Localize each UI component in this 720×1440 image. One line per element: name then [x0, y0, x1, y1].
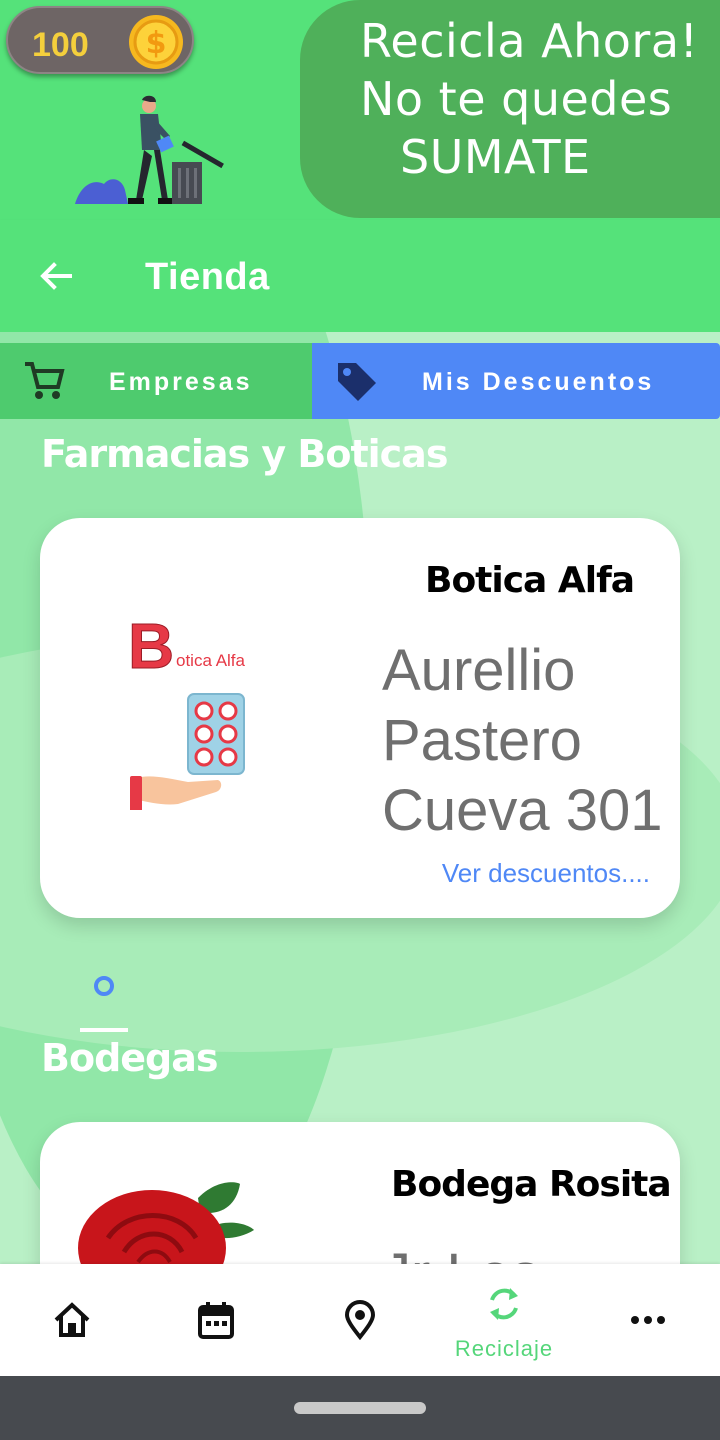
tab-mis-descuentos-label: Mis Descuentos — [422, 368, 655, 396]
store-card-bodega-rosita[interactable]: Bodega Rosita Jr Los — [40, 1122, 680, 1264]
page-title: Tienda — [145, 256, 270, 298]
nav-item-reciclaje-label: Reciclaje — [454, 1336, 554, 1361]
svg-text:$: $ — [146, 26, 167, 61]
calendar-icon — [198, 1302, 234, 1339]
tag-icon — [338, 363, 376, 401]
back-arrow-icon[interactable] — [36, 256, 76, 296]
store-name: Bodega Rosita — [391, 1164, 672, 1205]
slogan-line-1: Recicla Ahora! — [360, 14, 699, 68]
coin-count: 100 — [32, 26, 89, 64]
store-tabs: Empresas Mis Descuentos — [0, 343, 720, 419]
nav-item-reciclaje[interactable]: Reciclaje — [432, 1264, 576, 1376]
see-discounts-link[interactable]: Ver descuentos.... — [442, 858, 650, 889]
bottom-navigation: Reciclaje — [0, 1264, 720, 1376]
logo-text: otica Alfa — [176, 651, 246, 670]
more-icon — [631, 1316, 665, 1324]
slogan-panel: Recicla Ahora! No te quedes SUMATE — [300, 0, 720, 218]
header-banner: 100 $ Recicla Ahora! No te quedes SUMATE — [0, 0, 720, 220]
coin-icon: $ — [129, 15, 183, 69]
home-gesture-handle[interactable] — [294, 1402, 426, 1414]
home-icon — [54, 1302, 90, 1337]
tab-mis-descuentos[interactable]: Mis Descuentos — [312, 343, 720, 419]
store-address: Aurellio Pastero Cueva 301 — [382, 638, 663, 843]
nav-item-home[interactable] — [0, 1264, 144, 1376]
location-pin-icon — [344, 1300, 376, 1340]
rose-logo — [78, 1182, 254, 1264]
logo-initial: B — [128, 610, 174, 682]
store-name: Botica Alfa — [425, 560, 635, 601]
system-navigation-bar — [0, 1376, 720, 1440]
section-title-farmacias: Farmacias y Boticas — [41, 432, 448, 476]
recycle-icon — [490, 1288, 518, 1320]
nav-item-location[interactable] — [288, 1264, 432, 1376]
slogan-line-2: No te quedes — [360, 72, 673, 126]
nav-item-more[interactable] — [576, 1264, 720, 1376]
carousel-indicator-dot[interactable] — [94, 976, 114, 996]
tab-empresas-label: Empresas — [109, 368, 253, 396]
carousel-indicator-line — [80, 1028, 128, 1032]
botica-logo: B otica Alfa — [128, 610, 246, 810]
recycling-person-illustration — [75, 95, 224, 204]
store-card-botica-alfa[interactable]: B otica Alfa Botica Alfa Aurellio Paster… — [40, 518, 680, 918]
section-title-bodegas: Bodegas — [41, 1036, 219, 1080]
store-address: Jr Los — [382, 1240, 680, 1264]
coin-balance[interactable]: 100 $ — [6, 6, 194, 74]
tab-empresas[interactable]: Empresas — [0, 343, 312, 419]
cart-icon — [25, 362, 65, 399]
store-content[interactable]: Empresas Mis Descuentos Farmacias y Boti… — [0, 332, 720, 1264]
slogan-line-3: SUMATE — [400, 130, 591, 184]
nav-item-calendar[interactable] — [144, 1264, 288, 1376]
app-bar: Tienda — [0, 220, 720, 332]
